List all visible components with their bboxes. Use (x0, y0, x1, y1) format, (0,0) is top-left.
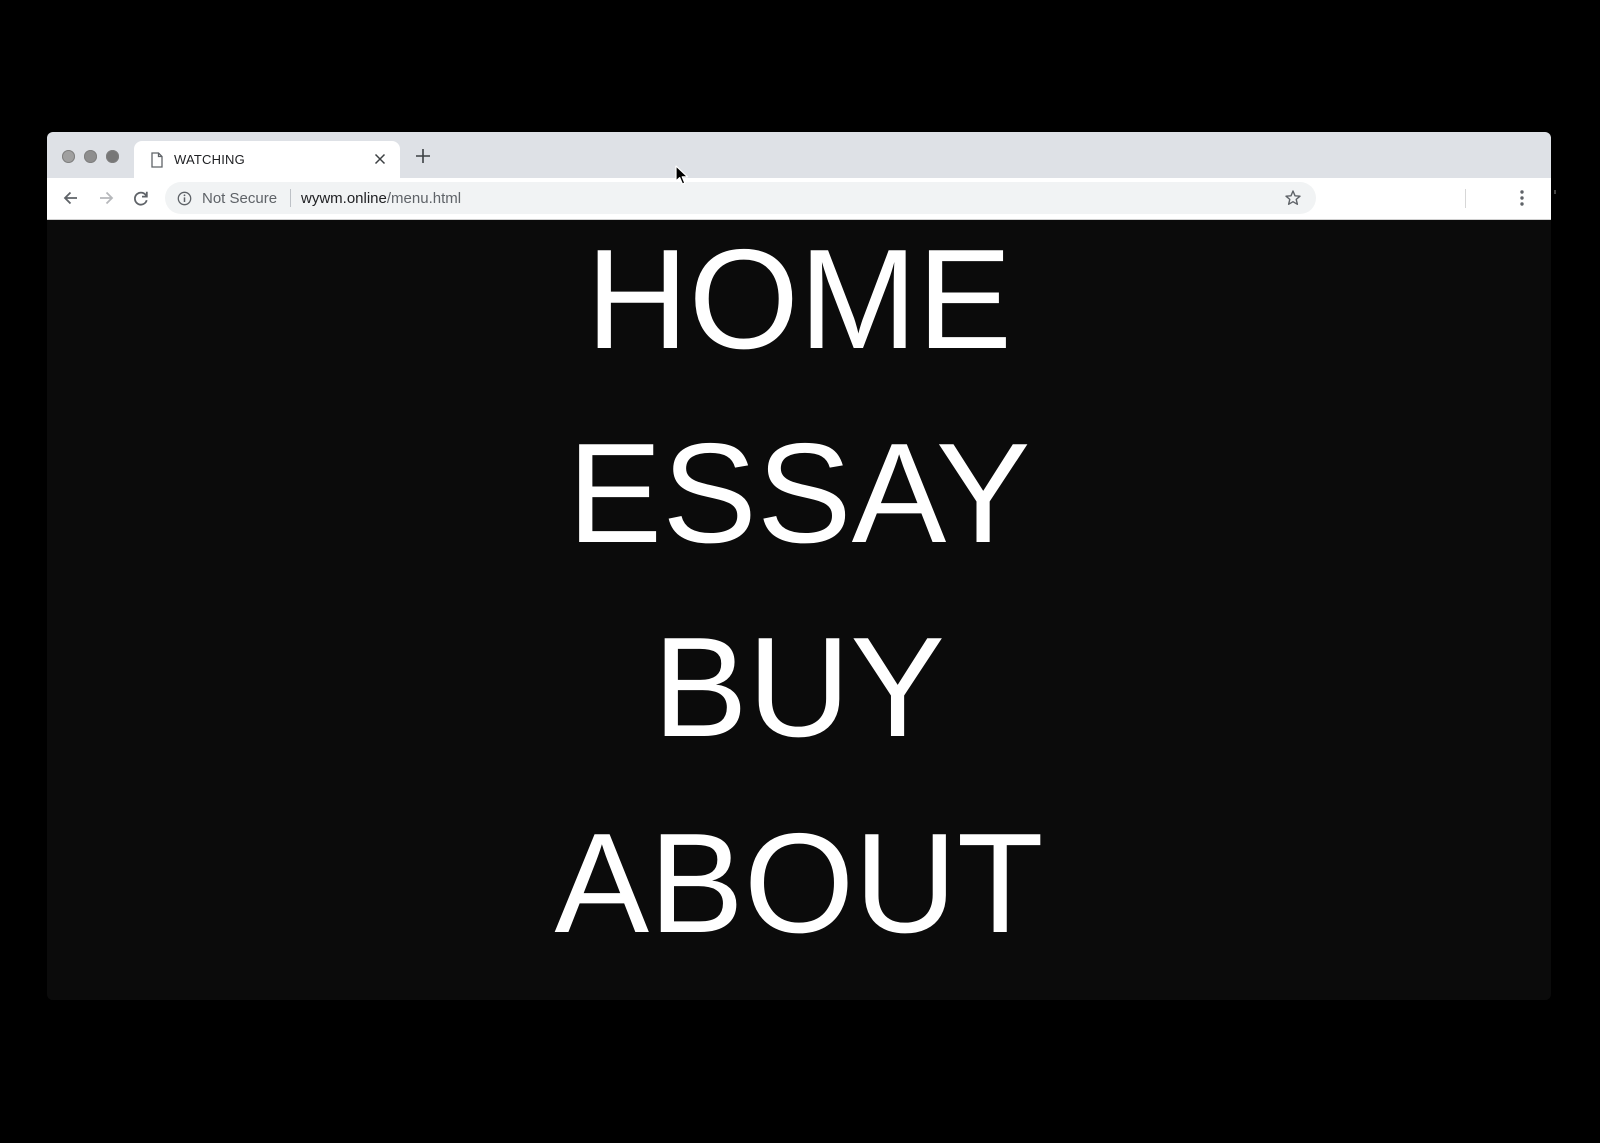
tab-title: WATCHING (174, 152, 245, 167)
address-bar[interactable]: Not Secure wywm.online/menu.html (165, 182, 1316, 214)
security-status-label[interactable]: Not Secure (202, 190, 277, 207)
browser-toolbar: Not Secure wywm.online/menu.html (47, 178, 1551, 220)
url-domain: wywm.online (301, 190, 387, 207)
file-icon (151, 152, 163, 168)
menu-link-home[interactable]: HOME (47, 220, 1551, 380)
url-text[interactable]: wywm.online/menu.html (301, 190, 461, 207)
page-viewport: HOME ESSAY BUY ABOUT (47, 220, 1551, 1000)
browser-window: WATCHING Not Secure wywm.online/menu.htm… (47, 132, 1551, 1000)
window-minimize-button[interactable] (84, 150, 97, 163)
menu-link-about[interactable]: ABOUT (47, 804, 1551, 964)
toolbar-divider (1465, 189, 1466, 208)
info-icon[interactable] (177, 191, 192, 206)
browser-tab[interactable]: WATCHING (134, 141, 400, 178)
arrow-left-icon[interactable] (61, 188, 81, 208)
close-icon[interactable] (372, 151, 388, 167)
reload-icon[interactable] (131, 188, 151, 208)
menu-link-essay[interactable]: ESSAY (47, 414, 1551, 574)
arrow-right-icon[interactable] (96, 188, 116, 208)
window-maximize-button[interactable] (106, 150, 119, 163)
vertical-dots-icon[interactable] (1519, 189, 1525, 207)
plus-icon[interactable] (414, 147, 432, 165)
window-close-button[interactable] (62, 150, 75, 163)
mouse-pointer-icon (675, 165, 689, 185)
browser-titlebar: WATCHING (47, 132, 1551, 178)
menu-link-buy[interactable]: BUY (47, 608, 1551, 768)
edge-mark (1554, 190, 1556, 194)
url-path: /menu.html (386, 190, 462, 207)
address-divider (290, 189, 291, 207)
star-icon[interactable] (1284, 189, 1302, 207)
